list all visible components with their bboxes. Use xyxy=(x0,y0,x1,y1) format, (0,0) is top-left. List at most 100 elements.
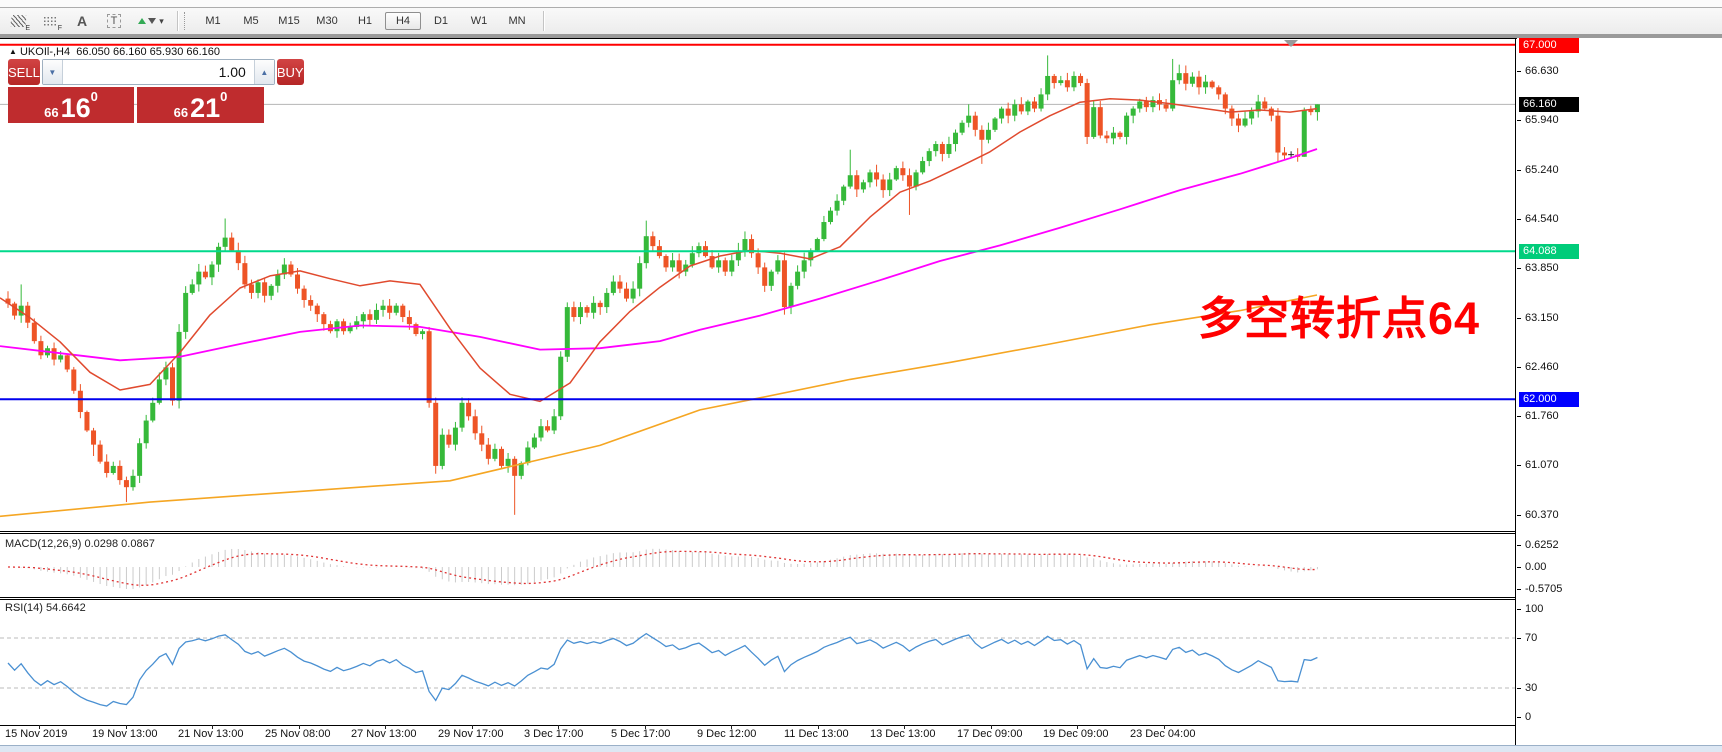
volume-decrease-button[interactable]: ▼ xyxy=(43,60,63,84)
candle-body xyxy=(413,324,418,334)
candle-body xyxy=(848,175,853,186)
candle-body xyxy=(1039,94,1044,108)
ask-price-tile[interactable]: 66 21 0 xyxy=(137,87,264,123)
candle-body xyxy=(512,459,517,476)
timeframe-button-m1[interactable]: M1 xyxy=(195,12,231,30)
icon-sub-letter: E xyxy=(25,25,30,32)
time-axis[interactable]: 15 Nov 201919 Nov 13:0021 Nov 13:0025 No… xyxy=(0,726,1516,744)
candle-body xyxy=(578,307,583,317)
candle-body xyxy=(32,323,37,341)
timeframe-button-m15[interactable]: M15 xyxy=(271,12,307,30)
candle-body xyxy=(460,403,465,428)
candle-body xyxy=(927,151,932,161)
rsi-line xyxy=(8,634,1317,706)
candle-body xyxy=(1269,109,1274,116)
time-axis-label: 19 Dec 09:00 xyxy=(1043,728,1108,740)
candle-body xyxy=(960,123,965,133)
time-axis-tick xyxy=(818,725,819,729)
quote-open: 66.050 xyxy=(76,46,110,58)
price-scale-axis[interactable]: 67.00066.63066.16065.94065.24064.54064.0… xyxy=(1517,38,1722,745)
time-axis-label: 5 Dec 17:00 xyxy=(611,728,670,740)
candle-body xyxy=(1229,109,1234,119)
candle-body xyxy=(1078,76,1083,83)
price-scale-label: 64.088 xyxy=(1519,244,1579,259)
volume-input[interactable] xyxy=(63,60,254,84)
text-box-button[interactable]: T xyxy=(100,10,128,32)
price-scale-label: 66.160 xyxy=(1519,97,1579,112)
candle-body xyxy=(1262,101,1267,108)
candle-body xyxy=(769,272,774,286)
window-bottom-strip xyxy=(0,745,1722,752)
sell-button[interactable]: SELL xyxy=(8,59,40,85)
candlestick-chart-canvas[interactable] xyxy=(0,38,1516,745)
timeframe-button-h1[interactable]: H1 xyxy=(347,12,383,30)
axis-tick xyxy=(1517,717,1521,718)
candle-body xyxy=(815,239,820,250)
candle-body xyxy=(670,260,675,267)
candle-body xyxy=(400,306,405,317)
timeframe-button-h4[interactable]: H4 xyxy=(385,12,421,30)
axis-tick xyxy=(1517,71,1521,72)
candle-body xyxy=(117,466,122,480)
rsi-scale-label: 100 xyxy=(1525,602,1543,617)
timeframe-button-d1[interactable]: D1 xyxy=(423,12,459,30)
candle-body xyxy=(196,272,201,285)
candle-body xyxy=(762,267,767,285)
price-scale-label: 64.540 xyxy=(1525,212,1559,227)
candle-body xyxy=(1045,76,1050,94)
candle-body xyxy=(229,238,234,251)
candle-body xyxy=(242,263,247,284)
axis-tick xyxy=(1517,638,1521,639)
candle-body xyxy=(1302,110,1307,157)
candle-body xyxy=(38,341,43,355)
candle-body xyxy=(407,317,412,324)
candle-body xyxy=(91,430,96,444)
candle-body xyxy=(867,172,872,182)
candle-body xyxy=(466,403,471,416)
toolbar-drag-handle[interactable] xyxy=(184,12,188,30)
volume-increase-button[interactable]: ▲ xyxy=(254,60,274,84)
candle-body xyxy=(1019,104,1024,111)
candle-body xyxy=(269,286,274,296)
candle-body xyxy=(1216,87,1221,94)
candle-body xyxy=(98,445,103,462)
timeframe-button-m5[interactable]: M5 xyxy=(233,12,269,30)
buy-button[interactable]: BUY xyxy=(277,59,304,85)
axis-tick xyxy=(1517,688,1521,689)
candle-body xyxy=(262,282,267,295)
quote-high: 66.160 xyxy=(113,46,147,58)
timeframe-button-m30[interactable]: M30 xyxy=(309,12,345,30)
candle-body xyxy=(203,272,208,278)
text-label-button[interactable]: A xyxy=(68,10,96,32)
symbol-title: UKOIl-,H4 xyxy=(20,46,70,58)
candle-body xyxy=(170,367,175,400)
timeframe-button-mn[interactable]: MN xyxy=(499,12,535,30)
indicators-hatch-button[interactable]: E xyxy=(4,10,32,32)
candle-body xyxy=(1282,153,1287,156)
bid-price-tile[interactable]: 66 16 0 xyxy=(8,87,134,123)
grid-dots-button[interactable]: F xyxy=(36,10,64,32)
one-click-trade-panel: SELL ▼ ▲ BUY 66 16 0 66 21 0 xyxy=(8,59,264,123)
candle-body xyxy=(1137,101,1142,108)
time-axis-tick xyxy=(39,725,40,729)
toolbar-separator xyxy=(177,11,179,31)
macd-indicator-label: MACD(12,26,9) 0.0298 0.0867 xyxy=(5,538,155,550)
candle-body xyxy=(78,391,83,412)
candle-body xyxy=(894,168,899,179)
chart-text-annotation: 多空转折点64 xyxy=(1198,282,1480,347)
timeframe-button-w1[interactable]: W1 xyxy=(461,12,497,30)
candle-body xyxy=(611,282,616,293)
price-scale-label: 66.630 xyxy=(1525,64,1559,79)
macd-signal-line xyxy=(8,551,1317,585)
symbol-quote-line: ▲ UKOIl-,H4 66.050 66.160 65.930 66.160 xyxy=(9,46,220,58)
candle-body xyxy=(1203,82,1208,88)
candle-body xyxy=(486,445,491,459)
candle-body xyxy=(190,284,195,293)
candle-body xyxy=(802,260,807,271)
candle-body xyxy=(499,449,504,466)
candle-body xyxy=(775,260,780,271)
sort-arrows-button[interactable]: ▾ xyxy=(132,10,170,32)
candle-body xyxy=(664,256,669,267)
time-axis-label: 11 Dec 13:00 xyxy=(784,728,849,740)
candle-body xyxy=(374,310,379,320)
